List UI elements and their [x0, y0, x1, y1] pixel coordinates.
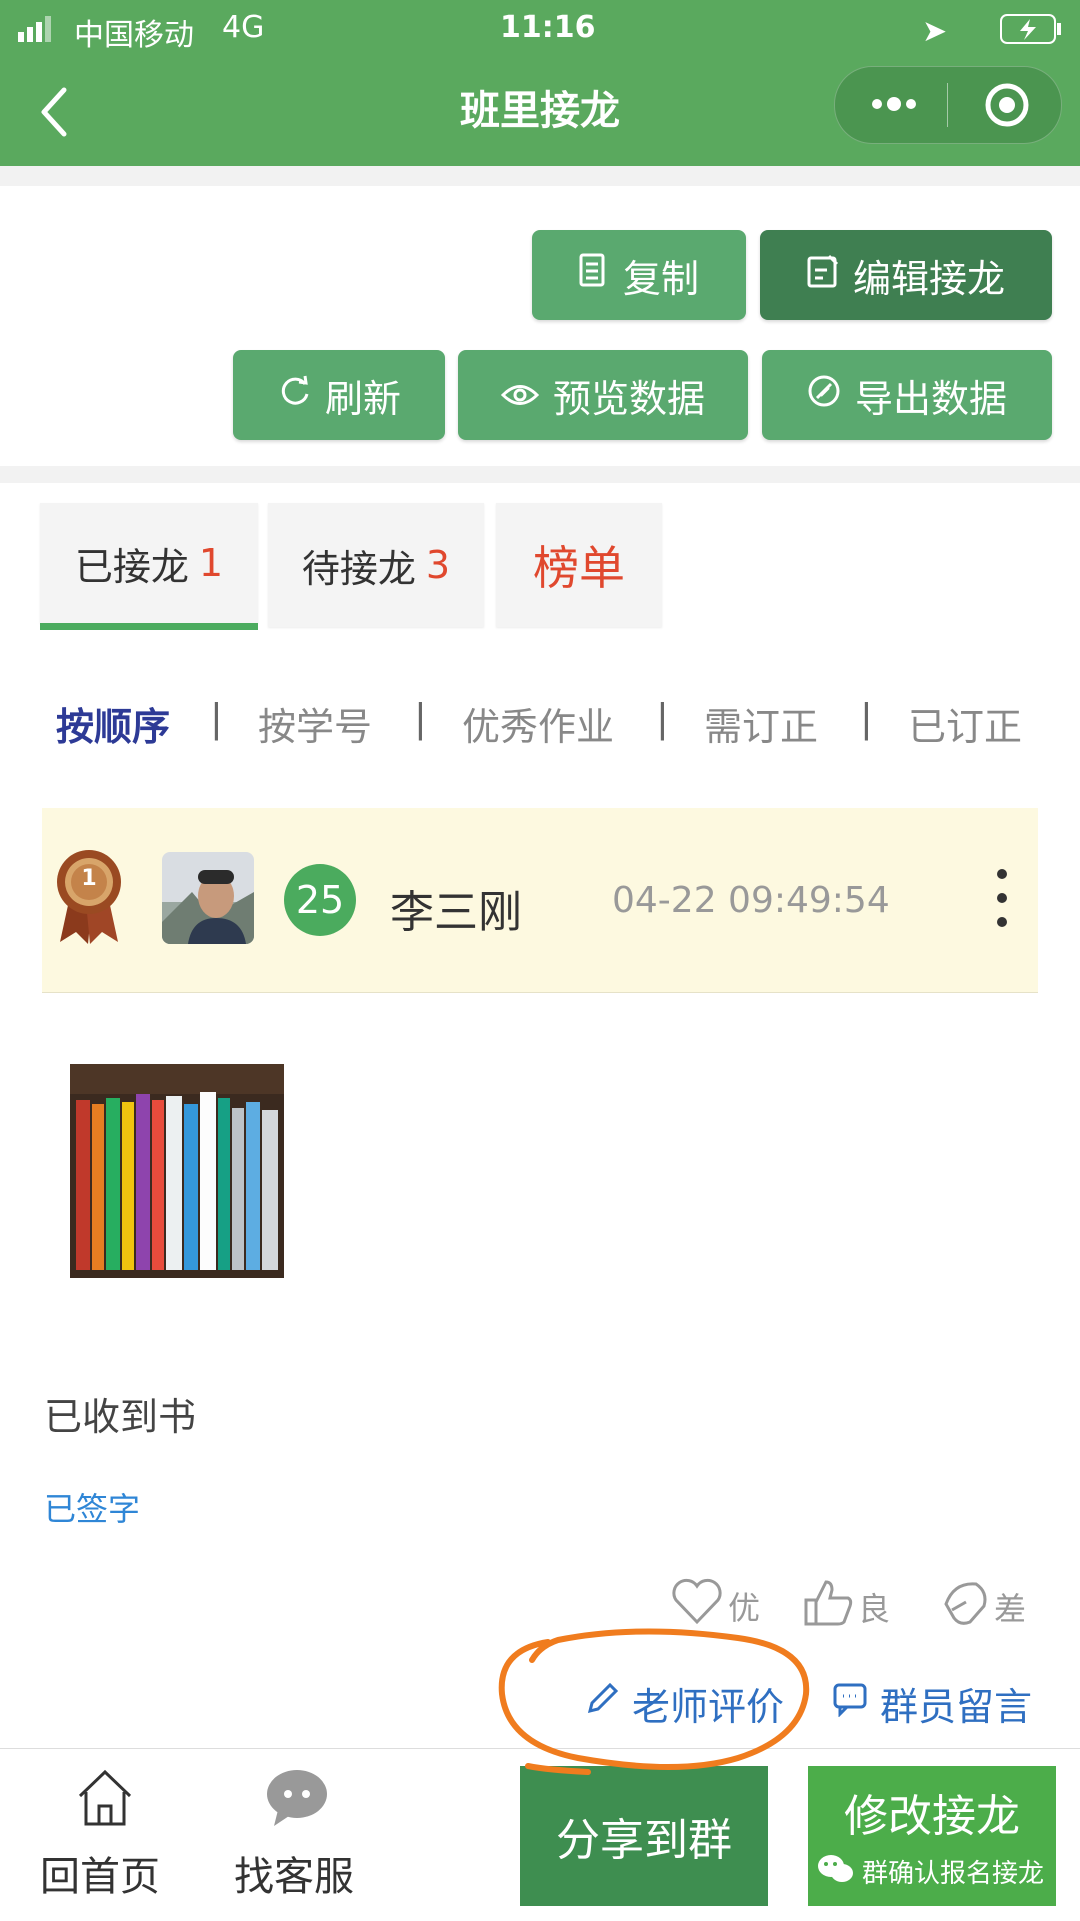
rate-good-label: 良 — [858, 1590, 891, 1628]
chat-bubble-icon — [264, 1768, 330, 1832]
entry-text: 已收到书 — [44, 1395, 197, 1439]
more-options-icon[interactable] — [992, 866, 1012, 930]
filter-by-order[interactable]: 按顺序 — [56, 696, 170, 751]
document-icon — [579, 253, 609, 298]
filter-by-student-id[interactable]: 按学号 — [258, 696, 372, 751]
modify-label: 修改接龙 — [844, 1791, 1020, 1842]
wechat-logo-icon — [816, 1852, 856, 1890]
tab-ranking[interactable]: 榜单 — [496, 503, 662, 627]
edit-button[interactable]: 编辑接龙 — [760, 230, 1052, 320]
eye-icon — [500, 373, 540, 417]
avatar[interactable] — [162, 852, 254, 944]
home-icon — [74, 1766, 136, 1832]
tab-pending-count: 3 — [425, 543, 451, 587]
medal-rank: 1 — [81, 866, 97, 891]
edit-label: 编辑接龙 — [852, 256, 1005, 301]
home-label: 回首页 — [40, 1854, 160, 1900]
copy-button[interactable]: 复制 — [532, 230, 746, 320]
edit-icon — [807, 253, 839, 297]
watermark: 群确认报名接龙 — [816, 1852, 1044, 1890]
watermark-text: 群确认报名接龙 — [862, 1858, 1045, 1889]
heart-icon — [670, 1578, 724, 1634]
entry-photo-bookshelf[interactable] — [70, 1064, 284, 1278]
network-label: 4G — [222, 10, 265, 45]
pencil-icon — [584, 1681, 620, 1726]
location-icon: ➤ — [922, 14, 948, 49]
rate-poor-button[interactable]: 差 — [940, 1578, 1026, 1636]
tab-joined-count: 1 — [198, 541, 224, 585]
filter-corrected[interactable]: 已订正 — [908, 696, 1022, 751]
mini-program-capsule — [834, 66, 1062, 144]
comment-icon — [832, 1681, 868, 1726]
entry-name: 李三刚 — [390, 887, 522, 938]
rate-excellent-label: 优 — [728, 1589, 761, 1627]
filter-separator: | — [210, 696, 223, 740]
medal-icon — [54, 846, 124, 946]
clock: 11:16 — [500, 10, 596, 45]
entry-time: 04-22 09:49:54 — [612, 880, 890, 921]
preview-label: 预览数据 — [552, 376, 705, 421]
teacher-review-label: 老师评价 — [632, 1685, 785, 1729]
filter-separator: | — [414, 696, 427, 740]
refresh-icon — [277, 373, 311, 417]
rate-poor-label: 差 — [994, 1590, 1027, 1628]
export-data-button[interactable]: 导出数据 — [762, 350, 1052, 440]
carrier-label: 中国移动 — [74, 18, 194, 53]
entry-number-badge: 25 — [284, 864, 356, 936]
entry-status: 已签字 — [44, 1490, 141, 1528]
filter-separator: | — [656, 696, 669, 740]
signal-icon — [18, 16, 56, 42]
tab-joined[interactable]: 已接龙 1 — [40, 503, 258, 623]
rate-good-button[interactable]: 良 — [804, 1578, 890, 1636]
share-label: 分享到群 — [556, 1815, 732, 1866]
refresh-button[interactable]: 刷新 — [233, 350, 445, 440]
nav-bar: 中国移动 4G 11:16 ➤ 班里接龙 — [0, 0, 1080, 166]
export-icon — [807, 373, 841, 417]
poor-rating-icon — [940, 1578, 990, 1636]
more-icon[interactable] — [869, 89, 919, 119]
filter-separator: | — [860, 696, 873, 740]
tab-pending[interactable]: 待接龙 3 — [268, 503, 484, 627]
member-comment-label: 群员留言 — [880, 1685, 1033, 1729]
preview-data-button[interactable]: 预览数据 — [458, 350, 748, 440]
copy-label: 复制 — [622, 256, 699, 301]
rate-excellent-button[interactable]: 优 — [670, 1578, 760, 1634]
active-tab-indicator — [40, 623, 258, 630]
home-button[interactable]: 回首页 — [30, 1762, 180, 1912]
tab-joined-label: 已接龙 — [74, 544, 189, 589]
customer-service-button[interactable]: 找客服 — [224, 1762, 374, 1912]
export-label: 导出数据 — [854, 376, 1007, 421]
share-to-group-button[interactable]: 分享到群 — [520, 1766, 768, 1906]
tab-pending-label: 待接龙 — [301, 546, 416, 591]
filter-needs-correction[interactable]: 需订正 — [704, 696, 818, 751]
filter-excellent[interactable]: 优秀作业 — [462, 696, 614, 751]
battery-icon — [1000, 14, 1062, 48]
tab-ranking-label: 榜单 — [533, 541, 625, 595]
teacher-review-button[interactable]: 老师评价 — [584, 1676, 784, 1731]
member-comment-button[interactable]: 群员留言 — [832, 1676, 1032, 1731]
refresh-label: 刷新 — [324, 376, 401, 421]
thumbs-up-icon — [804, 1578, 854, 1636]
customer-service-label: 找客服 — [234, 1854, 354, 1900]
close-miniprogram-icon[interactable] — [983, 81, 1031, 129]
